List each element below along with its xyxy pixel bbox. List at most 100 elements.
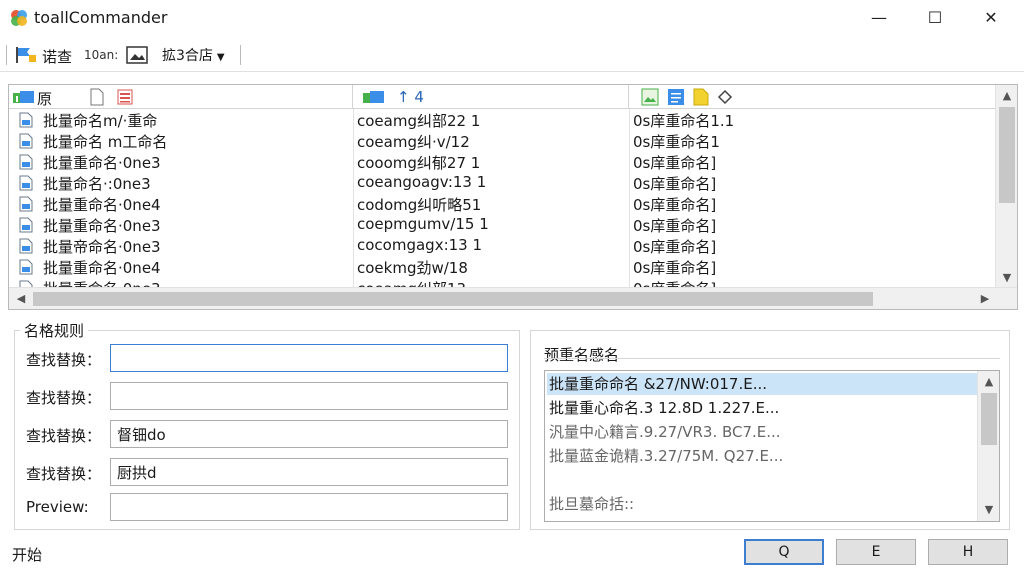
naming-rules-legend: 名格规则 bbox=[20, 320, 89, 341]
find-replace-input-3[interactable] bbox=[110, 420, 508, 448]
table-row[interactable]: 批量帝命名·0ne3 cocomgagx:13 1 0s庠重命名] bbox=[9, 235, 995, 257]
scroll-right-icon[interactable]: ▶ bbox=[975, 288, 995, 309]
find-replace-input-4[interactable] bbox=[110, 458, 508, 486]
list-item[interactable] bbox=[547, 469, 977, 491]
toolbar-divider bbox=[240, 45, 241, 65]
preview-names-legend: 预重名感名 bbox=[540, 344, 624, 365]
diamond-icon bbox=[717, 89, 733, 105]
file-list[interactable]: 原 ↑ 4 批量命名m/·重命 coeamg纠部22 1 0s庠重命名1.1 批… bbox=[8, 84, 1018, 310]
original-name-cell: 批量重命名·0ne3 bbox=[43, 217, 161, 235]
table-row[interactable]: 批量重命名·0ne4 coekmg劲w/18 0s庠重命名] bbox=[9, 256, 995, 278]
maximize-button[interactable]: ☐ bbox=[912, 4, 958, 32]
find-replace-label: 查找替换： bbox=[26, 351, 102, 369]
image-icon[interactable] bbox=[126, 46, 148, 64]
list-item[interactable]: 批量蓝金诡精.3.27/75M. Q27.E... bbox=[547, 445, 977, 467]
find-replace-label: 查找替换： bbox=[26, 427, 102, 445]
toolbar: 诺查 10an: 拡3合店 ▼ bbox=[0, 38, 1024, 72]
column-header-middle[interactable]: ↑ 4 bbox=[353, 85, 629, 109]
scroll-thumb[interactable] bbox=[33, 292, 873, 306]
original-name-cell: 批量重命名·0ne4 bbox=[43, 259, 161, 277]
new-name-cell: 0s庠重命名1.1 bbox=[633, 112, 735, 130]
original-name-cell: 批量命名·:0ne3 bbox=[43, 175, 151, 193]
toolbar-sublabel: 10an: bbox=[84, 48, 119, 62]
preview-list[interactable]: 批量重命命名 &27/NW:017.E... 批量重心命名.3 12.8D 1.2… bbox=[544, 370, 1000, 522]
new-name-cell: 0s庠重命名] bbox=[633, 238, 717, 256]
plus-folder-icon bbox=[363, 91, 384, 103]
column-header-original[interactable]: 原 bbox=[9, 85, 353, 109]
scroll-down-icon[interactable]: ▼ bbox=[978, 501, 999, 519]
table-row[interactable]: 批量重命名·0ne3 cooomg纠郁27 1 0s庠重命名] bbox=[9, 151, 995, 173]
plus-folder-icon bbox=[13, 91, 34, 103]
start-label: 开始 bbox=[12, 546, 43, 564]
table-row[interactable]: 批量命名 m工命名 coeamg纠·v/12 0s庠重命名1 bbox=[9, 130, 995, 152]
mode-dropdown[interactable]: 拡3合店 ▼ bbox=[158, 44, 229, 66]
original-name-cell: 批量命名 m工命名 bbox=[43, 133, 168, 151]
mode-dropdown-value: 拡3合店 bbox=[162, 48, 213, 64]
preview-scrollbar[interactable]: ▲ ▼ bbox=[977, 371, 999, 521]
table-row[interactable]: 批量命名m/·重命 coeamg纠部22 1 0s庠重命名1.1 bbox=[9, 109, 995, 131]
caret-down-icon: ▼ bbox=[216, 52, 225, 63]
file-icon bbox=[19, 112, 33, 128]
original-name-cell: 批量重命名·0ne4 bbox=[43, 196, 161, 214]
vertical-scrollbar[interactable]: ▲ ▼ bbox=[995, 85, 1017, 289]
flag-icon[interactable] bbox=[14, 46, 38, 64]
middle-cell: coeamg纠部22 1 bbox=[357, 112, 481, 130]
middle-cell: codomg纠听略51 bbox=[357, 196, 482, 214]
list-icon bbox=[117, 89, 133, 105]
file-list-body: 批量命名m/·重命 coeamg纠部22 1 0s庠重命名1.1 批量命名 m工命名 c… bbox=[9, 109, 995, 289]
file-icon bbox=[19, 259, 33, 275]
horizontal-scrollbar[interactable]: ◀ ▶ bbox=[9, 287, 1017, 309]
original-name-cell: 批量重命名·0ne3 bbox=[43, 154, 161, 172]
middle-cell: coepmgumv/15 1 bbox=[357, 215, 489, 233]
original-name-cell: 批量命名m/·重命 bbox=[43, 112, 158, 130]
table-row[interactable]: 批量重命名·0ne4 codomg纠听略51 0s庠重命名] bbox=[9, 193, 995, 215]
file-icon bbox=[19, 133, 33, 149]
preview-divider bbox=[544, 358, 1000, 359]
find-replace-input-2[interactable] bbox=[110, 382, 508, 410]
sort-indicator: ↑ 4 bbox=[397, 88, 424, 106]
new-name-cell: 0s庠重命名] bbox=[633, 175, 717, 193]
list-item[interactable]: 批旦墓命括:: bbox=[547, 493, 977, 515]
scroll-thumb[interactable] bbox=[981, 393, 997, 445]
minimize-button[interactable]: — bbox=[856, 4, 902, 32]
q-button[interactable]: Q bbox=[744, 539, 824, 565]
scroll-up-icon[interactable]: ▲ bbox=[996, 87, 1017, 105]
new-name-cell: 0s庠重命名1 bbox=[633, 133, 720, 151]
scroll-thumb[interactable] bbox=[999, 107, 1015, 203]
app-logo-icon bbox=[11, 10, 27, 26]
list-item[interactable]: 批量重命命名 &27/NW:017.E... bbox=[547, 373, 977, 395]
middle-cell: coeangoagv:13 1 bbox=[357, 173, 487, 191]
file-icon bbox=[19, 238, 33, 254]
preview-field-label: Preview: bbox=[26, 498, 89, 516]
column-header-label: 原 bbox=[37, 90, 53, 108]
scroll-up-icon[interactable]: ▲ bbox=[978, 373, 999, 391]
scroll-down-icon[interactable]: ▼ bbox=[996, 269, 1017, 287]
middle-cell: cocomgagx:13 1 bbox=[357, 236, 483, 254]
file-icon bbox=[19, 154, 33, 170]
find-replace-label: 查找替换： bbox=[26, 465, 102, 483]
middle-cell: coekmg劲w/18 bbox=[357, 259, 468, 277]
original-name-cell: 批量帝命名·0ne3 bbox=[43, 238, 161, 256]
list-item[interactable]: 汎量中心籍言.9.27/VR3. BC7.E... bbox=[547, 421, 977, 443]
e-button[interactable]: E bbox=[836, 539, 916, 565]
document-icon bbox=[90, 88, 104, 106]
middle-cell: coeamg纠·v/12 bbox=[357, 133, 470, 151]
preview-input[interactable] bbox=[110, 493, 508, 521]
find-replace-label: 查找替换： bbox=[26, 389, 102, 407]
h-button[interactable]: H bbox=[928, 539, 1008, 565]
image-file-icon bbox=[641, 88, 659, 106]
close-button[interactable]: ✕ bbox=[968, 4, 1014, 32]
column-header-new[interactable] bbox=[629, 85, 995, 109]
text-file-icon bbox=[668, 89, 684, 105]
toolbar-label[interactable]: 诺查 bbox=[42, 46, 72, 67]
file-icon bbox=[19, 217, 33, 233]
title-bar: toallCommander — ☐ ✕ bbox=[0, 0, 1024, 36]
list-item[interactable]: 批量重心命名.3 12.8D 1.227.E... bbox=[547, 397, 977, 419]
find-replace-input-1[interactable] bbox=[110, 344, 508, 372]
table-row[interactable]: 批量命名·:0ne3 coeangoagv:13 1 0s庠重命名] bbox=[9, 172, 995, 194]
scroll-left-icon[interactable]: ◀ bbox=[11, 288, 31, 309]
new-name-cell: 0s庠重命名] bbox=[633, 196, 717, 214]
table-row[interactable]: 批量重命名·0ne3 coepmgumv/15 1 0s庠重命名] bbox=[9, 214, 995, 236]
window-title: toallCommander bbox=[34, 8, 168, 27]
file-icon bbox=[19, 196, 33, 212]
